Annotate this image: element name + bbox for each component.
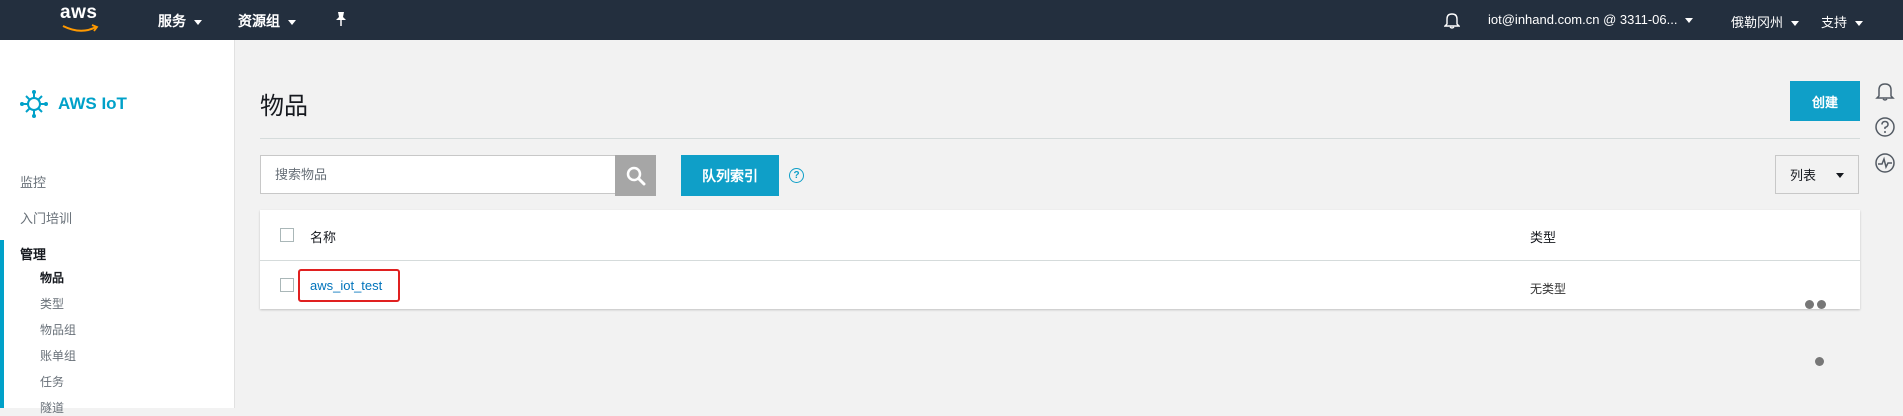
view-select-label: 列表 bbox=[1790, 168, 1817, 183]
brand-label: AWS IoT bbox=[58, 94, 127, 113]
sidebar-item-jobs[interactable]: 任务 bbox=[40, 373, 64, 390]
pin-icon[interactable] bbox=[334, 11, 348, 27]
top-nav: aws 服务 资源组 iot@inhand.com.cn @ 3311-06..… bbox=[0, 0, 1903, 40]
thing-type: 无类型 bbox=[1530, 282, 1567, 296]
search-icon bbox=[626, 166, 645, 185]
sidebar-item-things[interactable]: 物品 bbox=[40, 269, 64, 286]
sidebar-item-monitor[interactable]: 监控 bbox=[20, 172, 46, 191]
support-label: 支持 bbox=[1821, 15, 1848, 30]
thing-name-link[interactable]: aws_iot_test bbox=[310, 278, 382, 293]
sidebar-item-manage[interactable]: 管理 bbox=[20, 244, 46, 263]
things-table: 名称 类型 aws_iot_test 无类型 bbox=[260, 210, 1860, 309]
notifications-icon[interactable] bbox=[1874, 80, 1896, 102]
notifications-bell-icon[interactable] bbox=[1444, 11, 1460, 29]
chevron-down-icon bbox=[1791, 21, 1800, 27]
sidebar-item-billing-groups[interactable]: 账单组 bbox=[40, 347, 76, 364]
chevron-down-icon bbox=[1836, 173, 1844, 178]
account-menu[interactable]: iot@inhand.com.cn @ 3311-06... bbox=[1488, 12, 1694, 27]
search-input[interactable] bbox=[260, 155, 616, 194]
aws-logo[interactable]: aws bbox=[60, 2, 102, 36]
sidebar-item-onboard[interactable]: 入门培训 bbox=[20, 208, 72, 227]
resource-groups-label: 资源组 bbox=[238, 13, 280, 29]
search-bar bbox=[260, 155, 656, 196]
resource-groups-menu[interactable]: 资源组 bbox=[238, 11, 296, 31]
active-section-indicator bbox=[0, 240, 4, 408]
queue-index-button[interactable]: 队列索引 bbox=[681, 155, 779, 196]
services-menu[interactable]: 服务 bbox=[158, 11, 202, 31]
sidebar-item-thing-groups[interactable]: 物品组 bbox=[40, 321, 76, 338]
help-circle-icon[interactable] bbox=[1874, 116, 1896, 138]
page-title: 物品 bbox=[260, 93, 308, 120]
aws-iot-brand[interactable]: AWS IoT bbox=[18, 88, 127, 120]
help-icon[interactable]: ? bbox=[789, 168, 804, 183]
create-button[interactable]: 创建 bbox=[1790, 81, 1860, 121]
account-label: iot@inhand.com.cn @ 3311-06... bbox=[1488, 12, 1678, 27]
aws-smile-icon bbox=[62, 24, 99, 32]
chevron-down-icon bbox=[288, 19, 296, 25]
title-divider bbox=[260, 138, 1860, 139]
region-label: 俄勒冈州 bbox=[1731, 15, 1784, 30]
search-button[interactable] bbox=[615, 155, 656, 196]
table-header: 名称 类型 bbox=[260, 210, 1860, 261]
loading-dot-icon bbox=[1815, 357, 1824, 366]
column-header-type[interactable]: 类型 bbox=[1530, 227, 1556, 246]
chevron-down-icon bbox=[1685, 18, 1694, 24]
row-checkbox[interactable] bbox=[280, 278, 294, 292]
row-actions-icon[interactable] bbox=[1805, 296, 1829, 314]
aws-logo-text: aws bbox=[60, 2, 98, 23]
chevron-down-icon bbox=[194, 19, 202, 25]
services-label: 服务 bbox=[158, 13, 186, 29]
aws-iot-logo-icon bbox=[20, 90, 48, 118]
view-select[interactable]: 列表 bbox=[1775, 155, 1859, 194]
activity-icon[interactable] bbox=[1874, 152, 1896, 174]
region-menu[interactable]: 俄勒冈州 bbox=[1731, 12, 1800, 31]
sidebar: AWS IoT 监控 入门培训 管理 物品 类型 物品组 账单组 任务 隧道 bbox=[0, 40, 235, 415]
chevron-down-icon bbox=[1855, 21, 1864, 27]
column-header-name[interactable]: 名称 bbox=[310, 227, 336, 246]
select-all-checkbox[interactable] bbox=[280, 228, 294, 242]
sidebar-item-types[interactable]: 类型 bbox=[40, 295, 64, 312]
support-menu[interactable]: 支持 bbox=[1821, 12, 1864, 31]
